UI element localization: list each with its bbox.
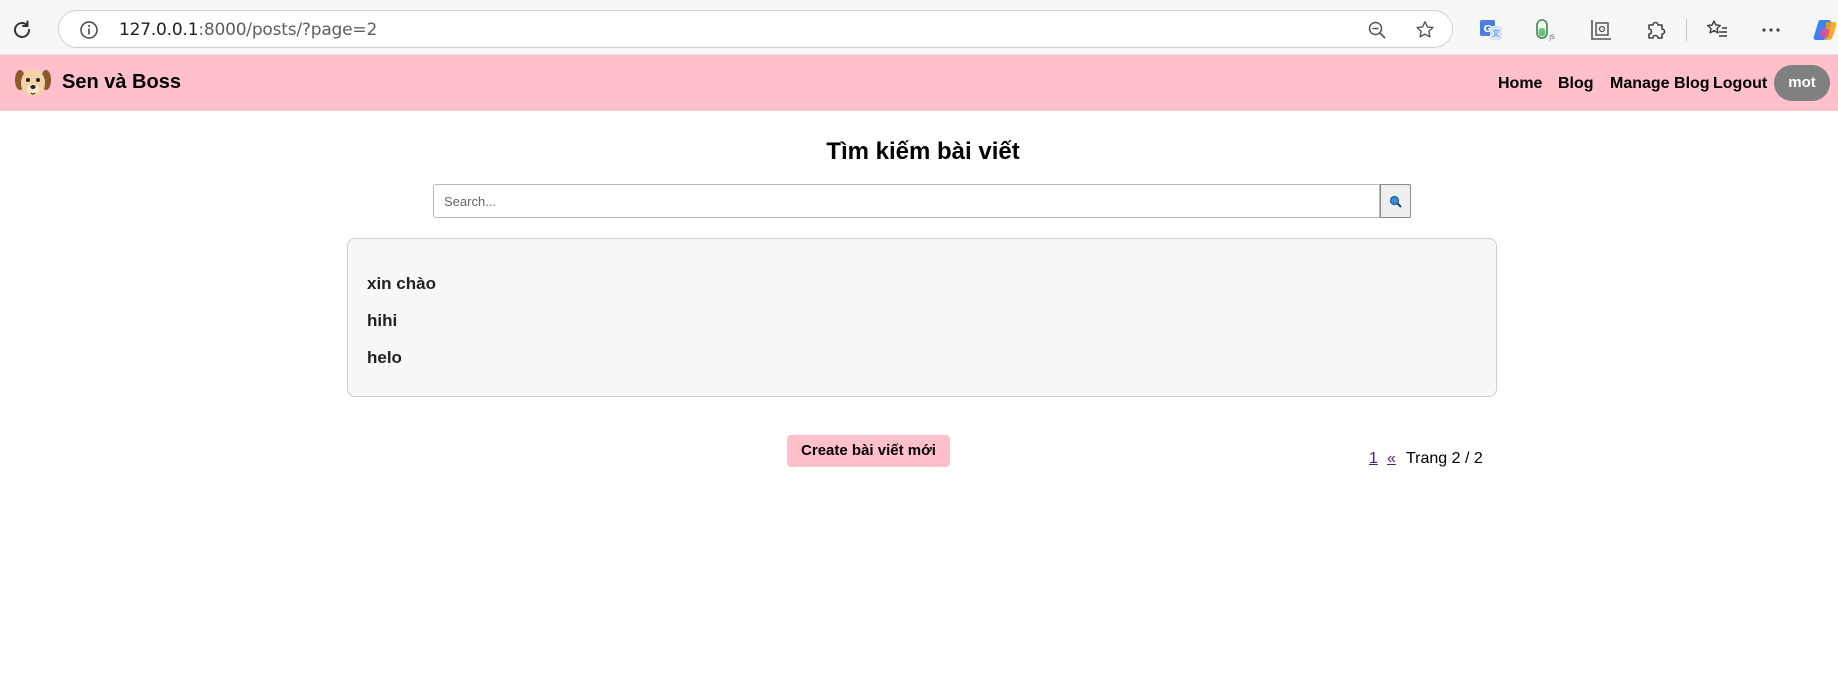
user-avatar[interactable]: mot — [1774, 65, 1830, 101]
favorite-star-icon[interactable] — [1414, 19, 1436, 41]
info-icon[interactable] — [79, 20, 99, 40]
previous-page-link[interactable]: « — [1387, 450, 1396, 468]
svg-text:JS: JS — [1548, 34, 1555, 41]
create-post-button[interactable]: Create bài viết mới — [787, 435, 950, 467]
copilot-icon[interactable] — [1812, 17, 1838, 43]
result-item[interactable]: hihi — [367, 311, 397, 331]
chart-extension-icon[interactable] — [1588, 17, 1614, 43]
dog-logo-icon[interactable] — [13, 63, 53, 103]
url-host: 127.0.0.1 — [119, 20, 199, 40]
page-info: Trang 2 / 2 — [1406, 450, 1483, 467]
nav-blog-link[interactable]: Blog — [1558, 75, 1594, 93]
toolbar-separator — [1686, 19, 1687, 41]
more-menu-icon[interactable] — [1758, 17, 1784, 43]
js-extension-icon[interactable]: JS — [1532, 17, 1558, 43]
browser-toolbar: 127.0.0.1:8000/posts/?page=2 G 文 JS — [0, 0, 1838, 55]
nav-logout-link[interactable]: Logout — [1713, 75, 1767, 93]
search-input[interactable] — [433, 184, 1380, 218]
page-title: Tìm kiếm bài viết — [826, 138, 1020, 165]
address-bar[interactable]: 127.0.0.1:8000/posts/?page=2 — [58, 10, 1453, 48]
extensions-puzzle-icon[interactable] — [1643, 17, 1669, 43]
nav-manage-blog-link[interactable]: Manage Blog — [1610, 75, 1710, 93]
url-path: :8000/posts/?page=2 — [198, 20, 378, 40]
translate-extension-icon[interactable]: G 文 — [1478, 17, 1504, 43]
url-text[interactable]: 127.0.0.1:8000/posts/?page=2 — [119, 20, 377, 40]
result-item[interactable]: xin chào — [367, 274, 436, 294]
search-icon — [1389, 195, 1402, 208]
nav-home-link[interactable]: Home — [1498, 75, 1542, 93]
favorites-list-icon[interactable] — [1704, 17, 1730, 43]
page-1-link[interactable]: 1 — [1369, 450, 1378, 468]
site-navbar: Sen và Boss Home Blog Manage Blog Logout… — [0, 55, 1838, 111]
search-button[interactable] — [1380, 184, 1411, 218]
site-brand[interactable]: Sen và Boss — [62, 71, 181, 94]
reload-icon[interactable] — [10, 18, 34, 42]
result-item[interactable]: helo — [367, 348, 402, 368]
search-results-panel: xin chào hihi helo — [347, 238, 1497, 397]
svg-text:文: 文 — [1492, 28, 1500, 38]
zoom-out-icon[interactable] — [1367, 20, 1387, 40]
